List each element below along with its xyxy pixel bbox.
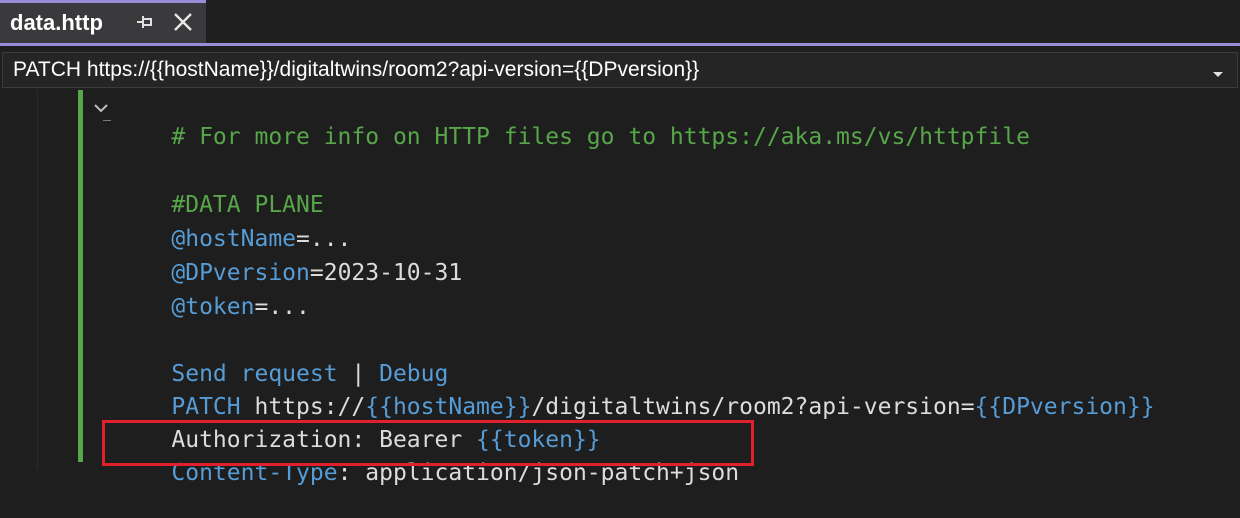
tab-accent-line (0, 43, 1240, 46)
close-icon[interactable] (170, 9, 196, 35)
request-selector-bar: PATCH https://{{hostName}}/digitaltwins/… (0, 50, 1240, 90)
tab-title: data.http (10, 10, 103, 35)
url-dpversion-var: {{DPversion}} (974, 394, 1155, 420)
request-selector[interactable]: PATCH https://{{hostName}}/digitaltwins/… (2, 52, 1238, 88)
line-margin (0, 90, 38, 470)
variable-token: @token (171, 294, 255, 320)
fold-chevron-icon[interactable] (91, 100, 111, 116)
variable-dpversion-value: =2023-10-31 (309, 260, 463, 286)
code-editor[interactable]: # For more info on HTTP files go to http… (0, 90, 1240, 486)
chevron-down-icon[interactable] (1211, 66, 1225, 77)
comment-text: # For more info on HTTP files go to http… (171, 124, 1030, 150)
highlight-box (102, 420, 754, 466)
variable-token-value: =... (254, 294, 310, 320)
tab-bar: data.http (0, 0, 1240, 46)
pin-icon[interactable] (134, 11, 156, 33)
fold-guide (103, 120, 111, 121)
tab-data-http[interactable]: data.http (0, 0, 206, 43)
request-selector-value: PATCH https://{{hostName}}/digitaltwins/… (13, 58, 700, 81)
change-indicator-bar (78, 90, 83, 462)
